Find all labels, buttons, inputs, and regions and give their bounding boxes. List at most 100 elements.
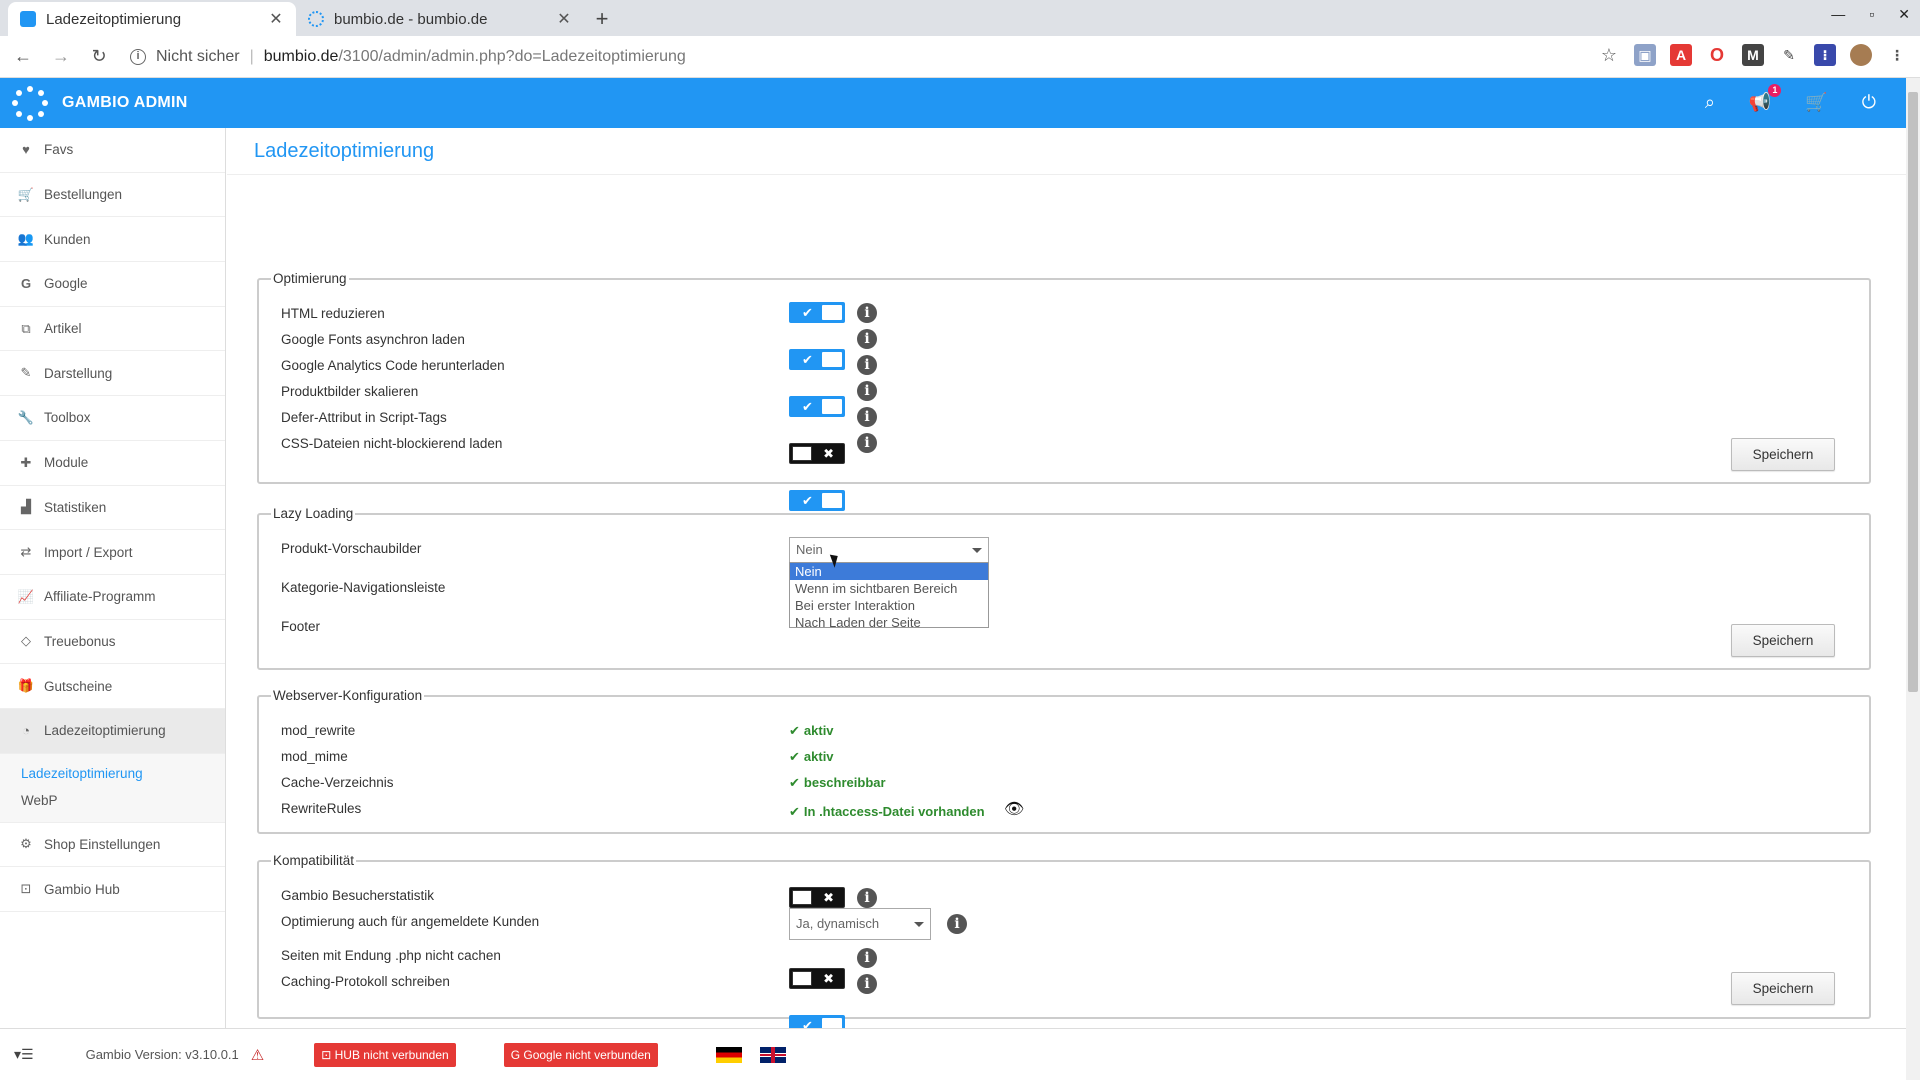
browser-tab[interactable]: bumbio.de - bumbio.de ✕ — [296, 2, 584, 36]
sidebar-item-statistiken[interactable]: ▟ Statistiken — [0, 486, 225, 531]
sidebar-item-label: Gutscheine — [44, 678, 113, 694]
gmail-icon[interactable]: M — [1742, 44, 1764, 66]
info-icon[interactable]: i — [857, 948, 877, 968]
google-fonts-async-toggle[interactable]: ✔ — [789, 349, 845, 370]
sidebar-item-shop-einstellungen[interactable]: ⚙ Shop Einstellungen — [0, 823, 225, 868]
status-text: beschreibbar — [803, 775, 886, 790]
x-icon: ✖ — [823, 446, 834, 461]
subnav-item-webp[interactable]: WebP — [0, 787, 225, 814]
sidebar-item-favs[interactable]: ♥ Favs — [0, 128, 225, 173]
acrobat-icon[interactable]: A — [1670, 44, 1692, 66]
save-button[interactable]: Speichern — [1731, 438, 1835, 471]
info-icon[interactable]: i — [857, 355, 877, 375]
scrollbar-thumb[interactable] — [1908, 92, 1918, 692]
sidebar-item-ladezeitoptimierung[interactable]: ◔ Ladezeitoptimierung — [0, 708, 225, 754]
angemeldete-kunden-select[interactable]: Ja, dynamisch — [789, 908, 931, 940]
page-scrollbar[interactable] — [1906, 78, 1920, 1080]
opera-icon[interactable]: O — [1706, 44, 1728, 66]
german-flag-icon[interactable] — [715, 1046, 742, 1063]
maximize-icon[interactable]: ▫ — [1869, 6, 1874, 23]
setting-label: RewriteRules — [281, 801, 362, 816]
power-icon[interactable]: ⏻ — [1862, 92, 1876, 113]
sidebar-item-artikel[interactable]: ⧉ Artikel — [0, 307, 225, 352]
extension-icon[interactable]: ⁝ — [1814, 44, 1836, 66]
dropdown-option[interactable]: Bei erster Interaktion — [790, 597, 988, 614]
sidebar-item-kunden[interactable]: 👥 Kunden — [0, 217, 225, 263]
google-status-button[interactable]: G Google nicht verbunden — [503, 1042, 658, 1067]
english-flag-icon[interactable] — [759, 1046, 786, 1063]
close-tab-icon[interactable]: ✕ — [556, 9, 572, 29]
cart-icon[interactable]: 🛒 — [1805, 92, 1827, 113]
window-controls: — ▫ ✕ — [1831, 6, 1910, 23]
sidebar-item-module[interactable]: ✚ Module — [0, 441, 225, 486]
info-icon[interactable]: i — [857, 974, 877, 994]
sidebar-item-affiliate[interactable]: 📈 Affiliate-Programm — [0, 575, 225, 620]
section-legend: Kompatibilität — [273, 853, 355, 868]
sidebar-item-bestellungen[interactable]: 🛒 Bestellungen — [0, 173, 225, 218]
dropdown-option[interactable]: Wenn im sichtbaren Bereich — [790, 580, 988, 597]
extension-icon[interactable]: ▣ — [1634, 44, 1656, 66]
new-tab-button[interactable]: + — [584, 2, 620, 36]
sidebar-item-darstellung[interactable]: ✎ Darstellung — [0, 351, 225, 397]
search-icon[interactable]: ⌕ — [1705, 92, 1715, 113]
info-icon[interactable]: i — [857, 407, 877, 427]
avatar[interactable] — [1850, 44, 1872, 66]
besucherstatistik-toggle[interactable]: ✖ — [789, 887, 845, 908]
collapse-menu-icon[interactable]: ▾☰ — [14, 1046, 34, 1063]
divider — [227, 174, 1906, 175]
gift-icon: 🎁 — [17, 678, 35, 694]
php-nicht-cachen-toggle[interactable]: ✖ — [789, 968, 845, 989]
sidebar-item-gambio-hub[interactable]: ⊡ Gambio Hub — [0, 867, 225, 912]
back-icon[interactable]: ← — [8, 46, 38, 67]
check-icon: ✔ — [789, 775, 800, 790]
google-analytics-toggle[interactable]: ✔ — [789, 396, 845, 417]
info-icon[interactable]: i — [857, 433, 877, 453]
extensions-bar: ☆ ▣ A O M ✎ ⁝ ⋮ — [1598, 44, 1908, 66]
google-icon: G — [510, 1047, 524, 1062]
forward-icon[interactable]: → — [46, 46, 76, 67]
sidebar-item-toolbox[interactable]: 🔧 Toolbox — [0, 396, 225, 441]
check-icon: ✔ — [802, 399, 813, 414]
minimize-icon[interactable]: — — [1831, 6, 1845, 23]
dropdown-option[interactable]: Nach Laden der Seite — [790, 614, 988, 631]
sidebar-item-import-export[interactable]: ⇄ Import / Export — [0, 530, 225, 575]
produkt-vorschaubilder-select[interactable]: Nein — [789, 537, 989, 563]
save-button[interactable]: Speichern — [1731, 972, 1835, 1005]
sidebar-item-gutscheine[interactable]: 🎁 Gutscheine — [0, 664, 225, 709]
setting-label: Google Analytics Code herunterladen — [281, 358, 505, 373]
sidebar-item-treuebonus[interactable]: ◇ Treuebonus — [0, 620, 225, 665]
info-icon[interactable]: i — [857, 329, 877, 349]
sidebar-item-label: Toolbox — [44, 410, 91, 426]
save-button[interactable]: Speichern — [1731, 624, 1835, 657]
close-window-icon[interactable]: ✕ — [1898, 6, 1910, 23]
setting-label: Kategorie-Navigationsleiste — [281, 580, 446, 595]
info-icon[interactable]: i — [947, 914, 967, 934]
eye-icon[interactable]: 👁 — [1004, 799, 1024, 819]
warning-icon[interactable]: ⚠ — [251, 1046, 264, 1064]
browser-tab-active[interactable]: Ladezeitoptimierung ✕ — [8, 2, 296, 36]
optimierung-section: Optimierung HTML reduzieren ✔ i Google F… — [257, 271, 1871, 558]
sidebar-item-google[interactable]: G Google — [0, 262, 225, 307]
reload-icon[interactable]: ↻ — [84, 46, 114, 67]
wrench-icon: 🔧 — [17, 409, 35, 425]
hub-status-button[interactable]: ⊡ HUB nicht verbunden — [314, 1042, 456, 1067]
info-icon[interactable]: i — [857, 303, 877, 323]
megaphone-icon[interactable]: 📢 1 — [1749, 84, 1782, 113]
star-icon[interactable]: ☆ — [1598, 44, 1620, 66]
select-value: Ja, dynamisch — [796, 916, 880, 931]
html-reduzieren-toggle[interactable]: ✔ — [789, 302, 845, 323]
info-icon[interactable]: i — [130, 48, 146, 65]
url-field[interactable]: i Nicht sicher | bumbio.de/3100/admin/ad… — [130, 41, 686, 73]
cogs-icon: ⚙ — [20, 836, 32, 852]
tool-icon[interactable]: ✎ — [1778, 44, 1800, 66]
dropdown-option[interactable]: Nein — [790, 563, 988, 580]
info-icon[interactable]: i — [857, 381, 877, 401]
toggle-knob — [822, 305, 842, 320]
info-icon[interactable]: i — [857, 888, 877, 908]
gambio-logo-icon[interactable] — [12, 85, 48, 121]
close-tab-icon[interactable]: ✕ — [268, 9, 284, 29]
subnav-item-ladezeitoptimierung[interactable]: Ladezeitoptimierung — [0, 760, 225, 787]
menu-icon[interactable]: ⋮ — [1886, 44, 1908, 66]
brand-title: GAMBIO ADMIN — [62, 94, 188, 111]
produktbilder-skalieren-toggle[interactable]: ✖ — [789, 443, 845, 464]
